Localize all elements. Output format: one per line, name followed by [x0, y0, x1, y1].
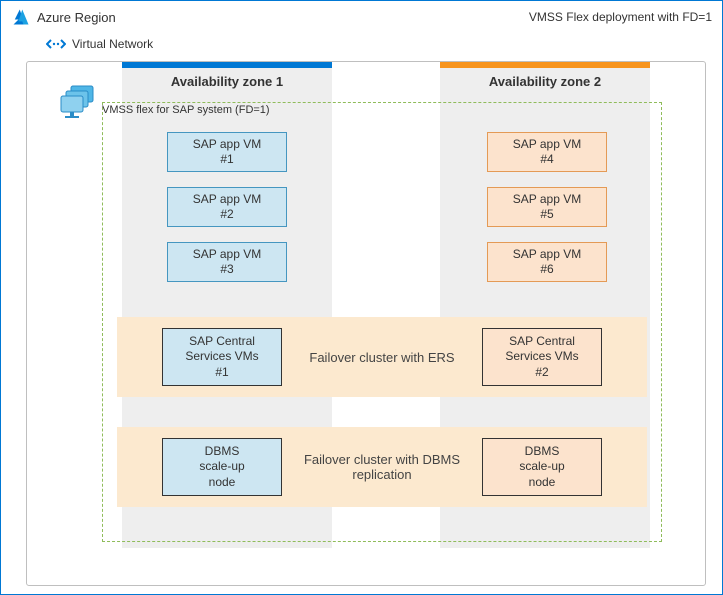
vm-label: SAP app VM	[513, 137, 581, 152]
vmss-icon	[59, 84, 99, 123]
header-left: Azure Region	[11, 7, 116, 27]
label-line: node	[209, 475, 236, 491]
sap-app-vm-1: SAP app VM #1	[167, 132, 287, 172]
virtual-network-box: Availability zone 1 Availability zone 2 …	[26, 61, 706, 586]
az1-title: Availability zone 1	[122, 74, 332, 89]
scs-cluster-label: Failover cluster with ERS	[309, 350, 454, 365]
sap-central-services-vm-2: SAP Central Services VMs #2	[482, 328, 602, 386]
region-title: Azure Region	[37, 10, 116, 25]
header-bar: Azure Region VMSS Flex deployment with F…	[1, 1, 722, 33]
sap-app-vm-5: SAP app VM #5	[487, 187, 607, 227]
label-line: SAP Central	[509, 334, 575, 350]
vm-number: #3	[220, 262, 233, 277]
vm-number: #5	[540, 207, 553, 222]
sap-app-vm-4: SAP app VM #4	[487, 132, 607, 172]
label-line: DBMS	[205, 444, 240, 460]
vm-label: SAP app VM	[193, 137, 261, 152]
dbms-failover-cluster: Failover cluster with DBMS replication D…	[117, 427, 647, 507]
sap-app-vm-3: SAP app VM #3	[167, 242, 287, 282]
azure-logo-icon	[11, 7, 31, 27]
vm-number: #2	[220, 207, 233, 222]
vnet-icon	[46, 37, 66, 51]
vnet-header: Virtual Network	[46, 37, 722, 51]
label-line: node	[529, 475, 556, 491]
dbms-scaleup-node-z1: DBMS scale-up node	[162, 438, 282, 496]
label-line: Services VMs	[505, 349, 578, 365]
vmss-caption: VMSS flex for SAP system (FD=1)	[102, 104, 270, 116]
deployment-title: VMSS Flex deployment with FD=1	[529, 10, 712, 24]
vm-label: SAP app VM	[513, 247, 581, 262]
vm-label: SAP app VM	[193, 192, 261, 207]
label-line: scale-up	[199, 459, 244, 475]
label-line: #1	[215, 365, 228, 381]
azure-region-container: Azure Region VMSS Flex deployment with F…	[0, 0, 723, 595]
dbms-scaleup-node-z2: DBMS scale-up node	[482, 438, 602, 496]
label-line: DBMS	[525, 444, 560, 460]
sap-app-vm-2: SAP app VM #2	[167, 187, 287, 227]
scs-failover-cluster: Failover cluster with ERS SAP Central Se…	[117, 317, 647, 397]
vm-number: #4	[540, 152, 553, 167]
vm-label: SAP app VM	[193, 247, 261, 262]
sap-central-services-vm-1: SAP Central Services VMs #1	[162, 328, 282, 386]
label-line: SAP Central	[189, 334, 255, 350]
vm-number: #1	[220, 152, 233, 167]
vm-label: SAP app VM	[513, 192, 581, 207]
label-line: #2	[535, 365, 548, 381]
az2-title: Availability zone 2	[440, 74, 650, 89]
sap-app-vm-6: SAP app VM #6	[487, 242, 607, 282]
dbms-cluster-label: Failover cluster with DBMS replication	[302, 452, 462, 482]
vm-number: #6	[540, 262, 553, 277]
label-line: scale-up	[519, 459, 564, 475]
label-line: Services VMs	[185, 349, 258, 365]
vnet-label: Virtual Network	[72, 37, 153, 51]
